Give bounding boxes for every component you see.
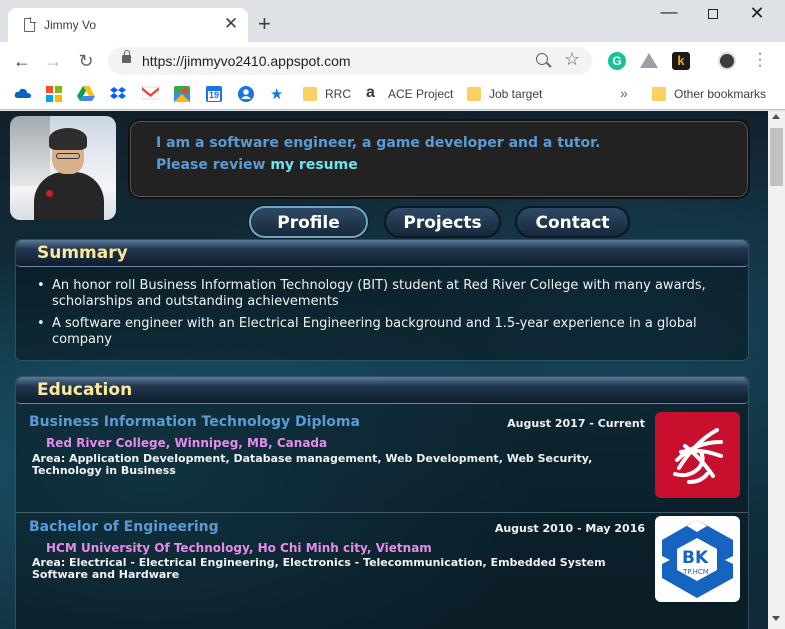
tab-projects[interactable]: Projects — [384, 206, 501, 238]
grammarly-extension-icon[interactable]: G — [608, 52, 626, 70]
education-entry: Business Information Technology Diploma … — [16, 412, 748, 508]
profile-avatar-icon[interactable] — [718, 52, 736, 70]
study-area: Area: Electrical - Electrical Engineerin… — [32, 556, 606, 581]
tab-strip: Jimmy Vo ✕ + — ✕ — [0, 0, 785, 42]
calendar-icon[interactable]: 19 — [206, 86, 222, 104]
page-scrollbar[interactable] — [768, 111, 785, 629]
profile-photo — [10, 116, 116, 220]
k-extension-icon[interactable]: k — [672, 52, 690, 70]
folder-icon — [652, 87, 666, 101]
close-tab-button[interactable]: ✕ — [222, 15, 240, 33]
resume-link[interactable]: my resume — [270, 157, 357, 173]
intro-resume-line: Please review my resume — [156, 157, 358, 173]
document-icon — [24, 17, 36, 32]
account-icon[interactable] — [238, 86, 254, 104]
google-maps-icon[interactable] — [174, 86, 190, 104]
degree-date: August 2017 - Current — [507, 417, 645, 430]
degree-date: August 2010 - May 2016 — [494, 522, 645, 535]
tab-contact[interactable]: Contact — [515, 206, 630, 238]
logo-subtext: TP.HCM — [683, 568, 709, 576]
scroll-down-arrow-icon[interactable] — [772, 616, 780, 621]
intro-headline: I am a software engineer, a game develop… — [156, 135, 601, 151]
study-area: Area: Application Development, Database … — [32, 452, 593, 477]
amazon-icon: a — [366, 84, 375, 101]
url-text: https://jimmyvo2410.appspot.com — [142, 53, 351, 69]
reload-button[interactable]: ↻ — [75, 50, 97, 72]
education-header: Education — [16, 377, 748, 404]
dropbox-icon[interactable] — [110, 86, 126, 104]
browser-tab[interactable]: Jimmy Vo ✕ — [8, 8, 248, 42]
summary-header: Summary — [16, 240, 748, 267]
bookmark-label: RRC — [325, 87, 351, 101]
school-name: Red River College, Winnipeg, MB, Canada — [46, 436, 328, 450]
bookmarks-bar: 19 ★ RRC a ACE Project Job target » Othe… — [0, 80, 785, 110]
bookmark-label: ACE Project — [388, 87, 454, 101]
red-river-college-logo — [655, 412, 740, 498]
hcmut-logo: BK TP.HCM — [655, 516, 740, 602]
education-title: Education — [37, 380, 133, 400]
onedrive-icon[interactable] — [14, 86, 32, 104]
tab-title: Jimmy Vo — [44, 18, 97, 32]
summary-list: An honor roll Business Information Techn… — [37, 278, 742, 354]
minimize-button[interactable]: — — [657, 2, 681, 22]
back-button[interactable]: ← — [11, 50, 33, 72]
folder-icon — [303, 87, 317, 101]
degree-title: Business Information Technology Diploma — [29, 414, 360, 430]
microsoft-icon[interactable] — [46, 86, 62, 104]
forward-button[interactable]: → — [42, 50, 64, 72]
education-section: Education Business Information Technolog… — [15, 376, 749, 629]
bookmark-star-icon[interactable]: ☆ — [564, 49, 580, 70]
school-name: HCM University Of Technology, Ho Chi Min… — [46, 541, 432, 555]
scroll-thumb[interactable] — [770, 128, 783, 186]
maximize-icon — [708, 9, 718, 19]
degree-title: Bachelor of Engineering — [29, 519, 219, 535]
scroll-up-arrow-icon[interactable] — [772, 114, 780, 119]
intro-box: I am a software engineer, a game develop… — [128, 119, 750, 199]
drive-extension-icon[interactable] — [640, 53, 658, 68]
gmail-icon[interactable] — [141, 86, 160, 104]
education-entry: Bachelor of Engineering August 2010 - Ma… — [16, 512, 748, 608]
browser-menu-icon[interactable]: · · · — [752, 46, 768, 74]
calendar-day: 19 — [209, 90, 220, 100]
other-bookmarks-label: Other bookmarks — [674, 87, 767, 101]
star-bookmark-icon[interactable]: ★ — [270, 85, 283, 103]
maximize-button[interactable] — [701, 6, 725, 23]
tab-profile[interactable]: Profile — [249, 206, 368, 238]
lock-icon — [122, 50, 131, 63]
summary-title: Summary — [37, 243, 128, 263]
logo-text: BK — [682, 548, 709, 568]
bookmarks-overflow-button[interactable]: » — [620, 85, 628, 101]
folder-icon — [467, 87, 481, 101]
address-bar[interactable]: https://jimmyvo2410.appspot.com ☆ — [108, 47, 592, 75]
summary-section: Summary An honor roll Business Informati… — [15, 239, 749, 361]
page-viewport: I am a software engineer, a game develop… — [0, 111, 768, 629]
intro-resume-prefix: Please review — [156, 157, 271, 173]
new-tab-button[interactable]: + — [258, 13, 271, 35]
google-drive-icon[interactable] — [77, 86, 95, 104]
bookmark-label: Job target — [489, 87, 543, 101]
list-item: A software engineer with an Electrical E… — [37, 316, 742, 348]
window-close-button[interactable]: ✕ — [745, 3, 769, 24]
browser-toolbar: ← → ↻ https://jimmyvo2410.appspot.com ☆ … — [0, 42, 785, 80]
zoom-icon[interactable] — [536, 53, 548, 65]
list-item: An honor roll Business Information Techn… — [37, 278, 742, 310]
